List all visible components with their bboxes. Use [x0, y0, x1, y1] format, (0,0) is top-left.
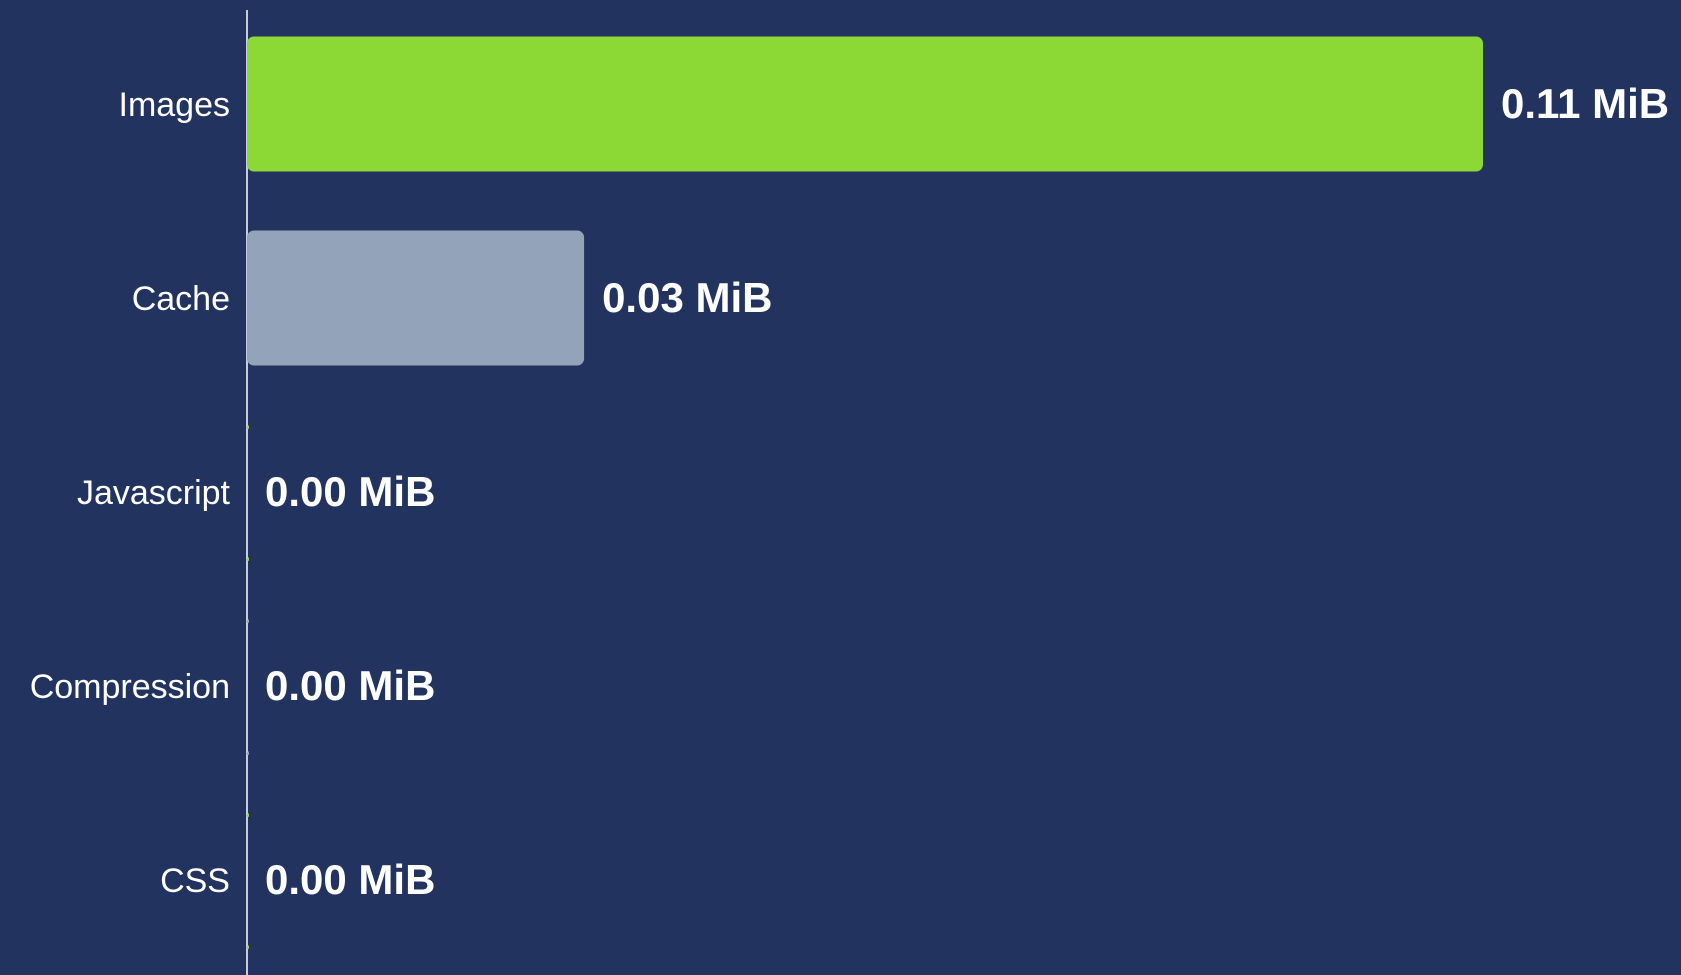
value-label: 0.00 MiB [265, 468, 435, 515]
value-label: 0.00 MiB [265, 662, 435, 709]
bar-cache [247, 230, 585, 366]
chart-canvas: Images 0.11 MiB Cache 0.03 MiB Javascript 0.0… [30, 10, 1669, 975]
category-label: Compression [30, 668, 230, 706]
value-label: 0.00 MiB [265, 856, 435, 903]
category-label: Cache [132, 280, 230, 318]
category-label: Javascript [77, 474, 231, 512]
bar-images [247, 36, 1483, 172]
category-label: Images [119, 86, 231, 124]
category-label: CSS [160, 862, 230, 900]
value-label: 0.03 MiB [602, 274, 772, 321]
value-label: 0.11 MiB [1501, 80, 1669, 127]
bar-chart: Images 0.11 MiB Cache 0.03 MiB Javascript 0.0… [0, 0, 1681, 975]
